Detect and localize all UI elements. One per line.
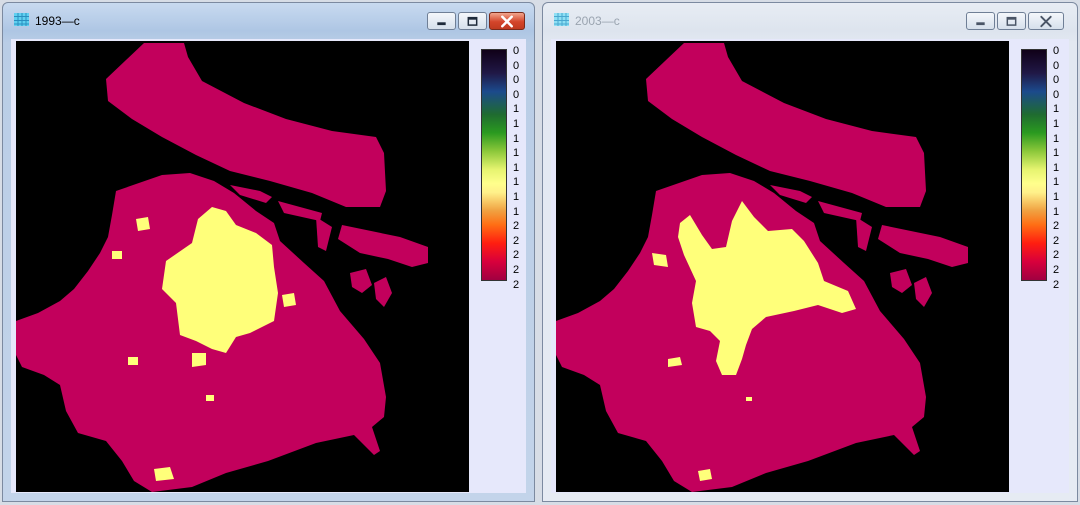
legend-label: 1 [513,190,520,203]
raster-map[interactable] [16,41,469,492]
raster-view[interactable]: 0 0 0 0 1 1 1 1 1 1 1 1 2 2 2 2 2 [551,39,1069,493]
legend-label: 1 [513,147,520,160]
legend-label: 2 [513,234,520,247]
raster-grid-icon [14,13,29,26]
legend-label: 1 [1053,161,1060,174]
legend-label: 1 [513,117,520,130]
legend-labels: 0 0 0 0 1 1 1 1 1 1 1 1 2 2 2 2 2 [513,44,529,292]
window-2003[interactable]: 2003—c 0 0 0 0 1 1 1 1 1 1 1 1 2 2 2 2 2 [542,2,1078,502]
legend-label: 2 [1053,234,1060,247]
maximize-icon [1006,16,1017,26]
minimize-icon [437,22,446,26]
window-1993[interactable]: 1993—c 0 0 0 0 1 1 1 1 1 1 1 1 2 2 2 2 2 [2,2,535,502]
legend-label: 1 [513,103,520,116]
legend-label: 0 [513,59,520,72]
legend-label: 0 [1053,59,1060,72]
minimize-button[interactable] [966,12,995,30]
legend-label: 1 [513,205,520,218]
legend-label: 2 [513,278,520,291]
legend-label: 1 [1053,176,1060,189]
legend-label: 1 [1053,147,1060,160]
legend-label: 1 [513,161,520,174]
legend-label: 0 [513,88,520,101]
legend-label: 2 [1053,249,1060,262]
legend-labels: 0 0 0 0 1 1 1 1 1 1 1 1 2 2 2 2 2 [1053,44,1069,292]
raster-map-canvas [556,43,968,492]
legend-label: 1 [513,132,520,145]
close-button[interactable] [1028,12,1064,30]
color-legend-bar [481,49,507,281]
legend-label: 1 [1053,205,1060,218]
maximize-button[interactable] [458,12,487,30]
title-bar[interactable]: 1993—c [3,3,534,35]
legend-label: 1 [513,176,520,189]
legend-label: 2 [513,220,520,233]
title-bar[interactable]: 2003—c [543,3,1077,35]
legend-label: 2 [513,263,520,276]
legend-label: 0 [1053,45,1060,57]
close-icon [1040,15,1052,28]
legend-label: 2 [513,249,520,262]
legend-label: 0 [1053,74,1060,87]
maximize-icon [467,16,478,26]
close-button[interactable] [489,12,525,30]
legend-label: 1 [1053,132,1060,145]
close-icon [501,15,513,28]
legend-label: 2 [1053,263,1060,276]
legend-label: 0 [513,74,520,87]
maximize-button[interactable] [997,12,1026,30]
minimize-icon [976,22,985,26]
legend-label: 0 [513,45,520,57]
legend-label: 1 [1053,103,1060,116]
legend-label: 1 [1053,117,1060,130]
legend-label: 0 [1053,88,1060,101]
raster-map[interactable] [556,41,1009,492]
raster-grid-icon [554,13,569,26]
minimize-button[interactable] [427,12,456,30]
window-title: 2003—c [575,14,620,28]
raster-view[interactable]: 0 0 0 0 1 1 1 1 1 1 1 1 2 2 2 2 2 [11,39,526,493]
legend-label: 2 [1053,278,1060,291]
raster-map-canvas [16,43,428,492]
legend-label: 1 [1053,190,1060,203]
legend-label: 2 [1053,220,1060,233]
window-title: 1993—c [35,14,80,28]
color-legend-bar [1021,49,1047,281]
